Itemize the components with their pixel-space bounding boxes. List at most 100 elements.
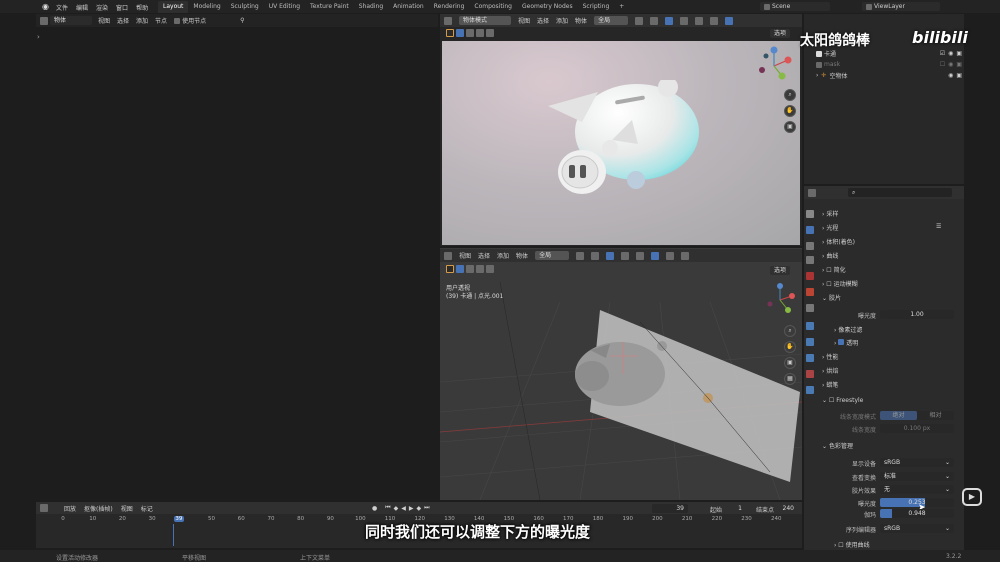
view-transform-dropdown[interactable]: 标准 ⌄ <box>880 472 954 481</box>
view-layer-selector[interactable]: ViewLayer <box>862 2 940 11</box>
play-tool-icon[interactable] <box>446 29 454 37</box>
editor-type-icon[interactable] <box>40 16 48 25</box>
camera-icon[interactable]: ▣ <box>956 72 962 79</box>
section-simplify[interactable]: › ☐ 简化 <box>822 265 846 276</box>
tab-animation[interactable]: Animation <box>388 1 429 13</box>
overlay-icon[interactable] <box>680 16 689 25</box>
start-frame-field[interactable]: 1 <box>700 504 746 513</box>
look-dropdown[interactable]: 无 ⌄ <box>880 485 954 494</box>
checkbox-icon[interactable]: ☑ <box>940 50 945 57</box>
output-tab-icon[interactable] <box>806 242 814 250</box>
section-pixel-filter[interactable]: › 像素过滤 <box>834 325 862 336</box>
prev-key-button[interactable]: ◆ <box>394 505 399 512</box>
shading-solid-icon-2[interactable] <box>651 251 660 260</box>
piggy-bank-render[interactable] <box>540 80 710 210</box>
view-layer-tab-icon[interactable] <box>806 256 814 264</box>
vp-bottom-menu-view[interactable]: 视图 <box>459 251 471 260</box>
section-motion-blur[interactable]: › ☐ 运动模糊 <box>822 279 858 290</box>
tab-modeling[interactable]: Modeling <box>188 1 225 13</box>
menu-file[interactable]: 文件 <box>56 3 68 12</box>
section-volumes[interactable]: › 体积(着色) <box>822 237 855 248</box>
eye-icon[interactable]: ◉ <box>948 50 953 57</box>
tool-tab-icon[interactable] <box>806 210 814 218</box>
grid-view-icon[interactable]: ▦ <box>784 373 796 385</box>
shading-wire-icon[interactable] <box>636 251 645 260</box>
overlay-icon-2[interactable] <box>621 251 630 260</box>
gamma-slider[interactable]: 0.948 <box>880 509 954 518</box>
object-tab-icon[interactable] <box>806 304 814 312</box>
timeline-editor-icon[interactable] <box>40 504 48 512</box>
render-tab-icon[interactable] <box>806 226 814 234</box>
zoom-icon-2[interactable]: ⌕ <box>784 325 796 337</box>
end-frame-field[interactable]: 240 <box>752 504 798 513</box>
left-menu-add[interactable]: 添加 <box>136 16 148 25</box>
exposure-field[interactable]: 1.00 <box>880 310 954 319</box>
shading-material-icon[interactable] <box>666 251 675 260</box>
camera-icon[interactable]: ▣ <box>956 50 962 57</box>
pivot-icon[interactable] <box>635 16 644 25</box>
section-bake[interactable]: › 烘焙 <box>822 366 838 377</box>
vp-top-menu-view[interactable]: 视图 <box>518 16 530 25</box>
timeline-menu-view[interactable]: 视图 <box>121 504 133 513</box>
tab-sculpting[interactable]: Sculpting <box>226 1 264 13</box>
navigation-gizmo-top[interactable] <box>752 46 796 86</box>
scene-selector[interactable]: Scene <box>760 2 830 11</box>
object-type-dropdown[interactable]: 物体 <box>50 16 92 25</box>
vp-bottom-menu-add[interactable]: 添加 <box>497 251 509 260</box>
vp-top-options-button[interactable]: 选项 <box>770 29 791 38</box>
gizmo-icon-2[interactable] <box>606 251 615 260</box>
transform-orientation-dropdown-2[interactable]: 全局 <box>535 251 570 260</box>
line-mode-absolute[interactable]: 绝对 <box>880 411 917 420</box>
display-device-dropdown[interactable]: sRGB ⌄ <box>880 458 954 467</box>
select-box-icon[interactable] <box>456 29 464 37</box>
gizmo-icon[interactable] <box>665 16 674 25</box>
play-button[interactable]: ▶ <box>409 505 414 512</box>
eye-icon[interactable]: ◉ <box>948 61 953 68</box>
section-freestyle[interactable]: ⌄ ☐ Freestyle <box>822 395 863 406</box>
data-tab-icon[interactable] <box>806 386 814 394</box>
checkbox-icon[interactable]: ☐ <box>940 61 945 68</box>
section-light-paths[interactable]: › 光程 <box>822 223 838 234</box>
menu-render[interactable]: 渲染 <box>96 3 108 12</box>
section-curves[interactable]: › 曲线 <box>822 251 838 262</box>
vp-top-menu-select[interactable]: 选择 <box>537 16 549 25</box>
tab-rendering[interactable]: Rendering <box>429 1 470 13</box>
section-color-management[interactable]: ⌄ 色彩管理 <box>822 441 853 452</box>
section-film[interactable]: ⌄ 胶片 <box>822 293 841 304</box>
expand-arrow-icon[interactable]: › <box>816 72 818 79</box>
section-sampling[interactable]: › 采样 <box>822 209 838 220</box>
next-key-button[interactable]: ◆ <box>417 505 422 512</box>
vp-top-menu-add[interactable]: 添加 <box>556 16 568 25</box>
vp-top-menu-object[interactable]: 物体 <box>575 16 587 25</box>
sequencer-dropdown[interactable]: sRGB ⌄ <box>880 524 954 533</box>
outliner-item-empty[interactable]: › ✛ 空物体 ◉ ▣ <box>816 71 962 80</box>
add-workspace-button[interactable]: + <box>614 1 629 13</box>
timeline-menu-playback[interactable]: 回放 <box>64 504 76 513</box>
tab-geometry-nodes[interactable]: Geometry Nodes <box>517 1 578 13</box>
current-frame-field[interactable]: 39 <box>652 504 688 513</box>
viewport-editor-icon[interactable] <box>444 16 452 25</box>
camera-view-icon[interactable]: ▣ <box>784 121 796 133</box>
zoom-icon[interactable]: ⌕ <box>784 89 796 101</box>
camera-icon[interactable]: ▣ <box>956 61 962 68</box>
tab-layout[interactable]: Layout <box>158 1 189 13</box>
section-performance[interactable]: › 性能 <box>822 352 838 363</box>
jump-start-button[interactable]: ⏮ <box>385 504 390 512</box>
record-button[interactable]: ● <box>372 505 377 512</box>
tab-shading[interactable]: Shading <box>354 1 388 13</box>
constraints-tab-icon[interactable] <box>806 370 814 378</box>
section-grease-pencil[interactable]: › 蜡笔 <box>822 380 838 391</box>
pan-hand-icon-2[interactable]: ✋ <box>784 341 796 353</box>
tab-compositing[interactable]: Compositing <box>469 1 517 13</box>
properties-search-input[interactable]: ⌕ <box>848 188 952 197</box>
timeline-menu-marker[interactable]: 标记 <box>141 504 153 513</box>
play-reverse-button[interactable]: ◀ <box>401 505 406 512</box>
section-transparent[interactable]: › 透明 <box>834 338 858 349</box>
eye-icon[interactable]: ◉ <box>948 72 953 79</box>
menu-window[interactable]: 窗口 <box>116 3 128 12</box>
tab-scripting[interactable]: Scripting <box>578 1 615 13</box>
cm-exposure-slider[interactable]: 0.253 <box>880 498 954 507</box>
timeline-menu-keying[interactable]: 抠像(插帧) <box>84 504 113 513</box>
use-nodes-checkbox[interactable] <box>174 17 181 24</box>
expand-arrow-icon[interactable]: › <box>37 33 40 41</box>
